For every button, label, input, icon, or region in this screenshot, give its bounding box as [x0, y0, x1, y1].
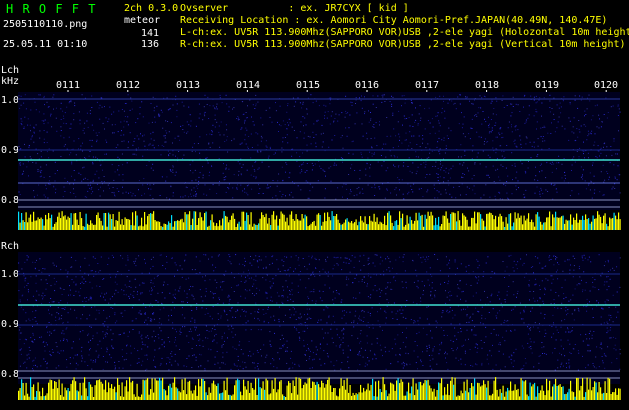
lch-spectrum: [18, 211, 621, 230]
hroft-window: H R O F F T 2ch 0.3.0 2505110110.png met…: [0, 0, 629, 410]
lch-waterfall: [18, 92, 620, 210]
rch-waterfall: [18, 252, 620, 384]
spectrogram-graphics: [18, 90, 621, 400]
